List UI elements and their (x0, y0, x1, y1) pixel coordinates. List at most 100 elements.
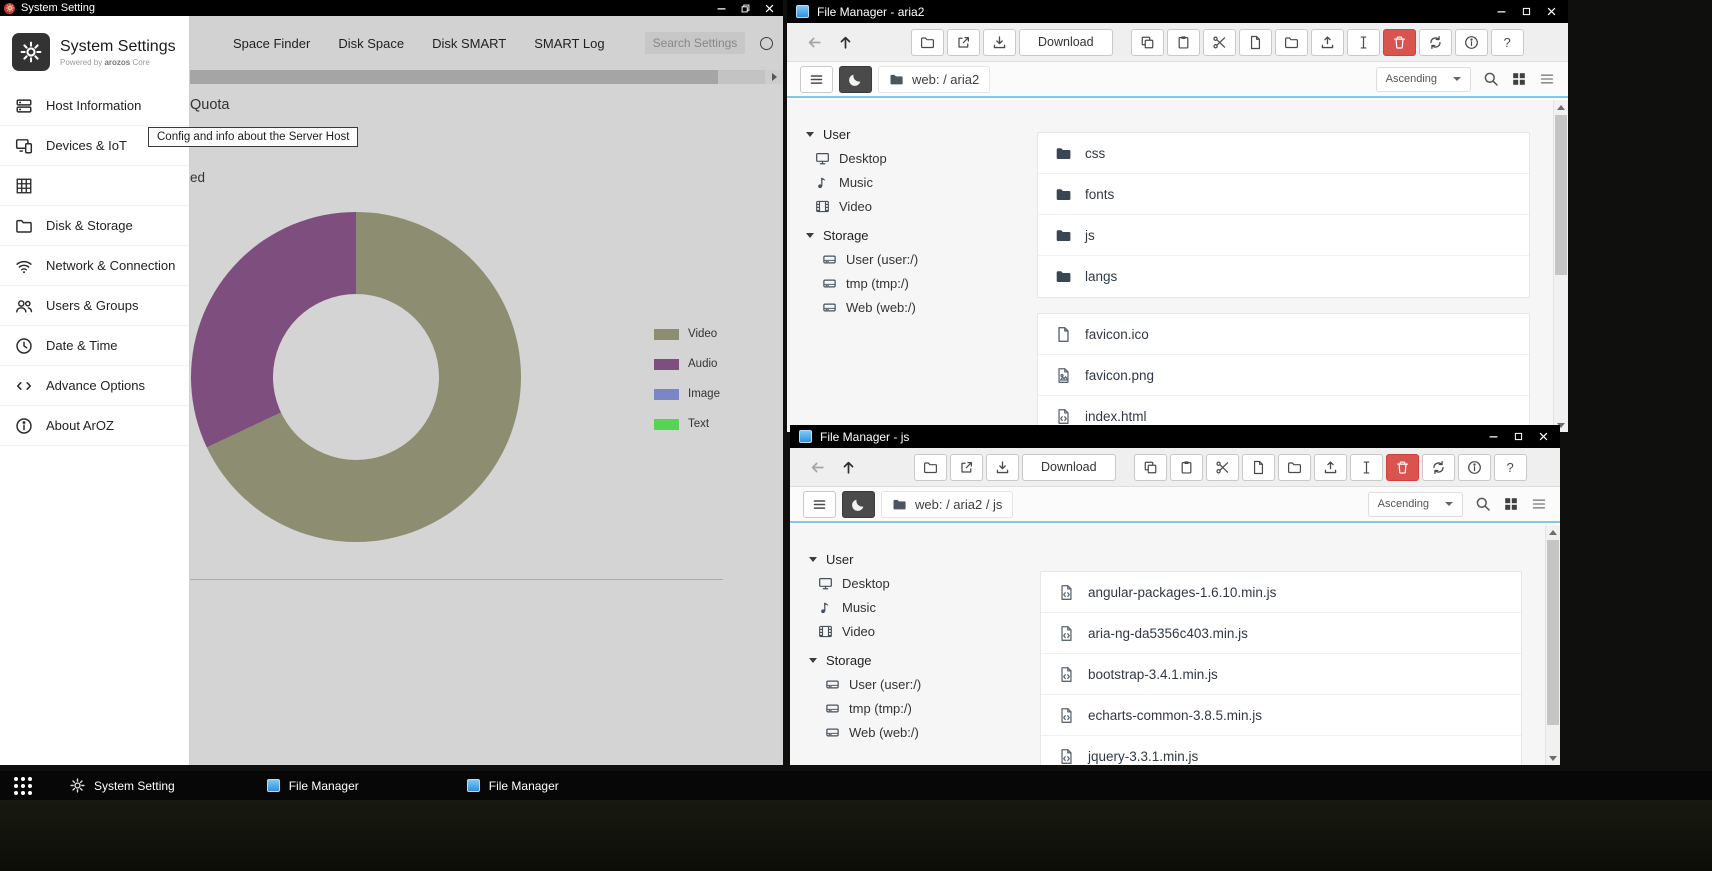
file-manager-titlebar[interactable]: File Manager - aria2 (787, 0, 1568, 23)
open-external-button[interactable] (947, 29, 980, 56)
tree-item-user-drive[interactable]: User (user:/) (806, 247, 1015, 271)
menu-button[interactable] (803, 491, 836, 518)
tab-space-finder[interactable]: Space Finder (233, 36, 310, 51)
maximize-button[interactable] (1514, 0, 1539, 23)
search-button[interactable] (1475, 496, 1491, 512)
restore-button[interactable] (733, 0, 757, 16)
taskbar-item-file-manager-1[interactable]: File Manager (263, 771, 363, 800)
tree-section-storage[interactable]: Storage (806, 223, 1015, 247)
scrollbar-thumb[interactable] (1547, 540, 1559, 725)
download-icon-button[interactable] (986, 454, 1019, 481)
sort-order-dropdown[interactable]: Ascending (1376, 67, 1471, 92)
close-button[interactable] (757, 0, 781, 16)
scroll-down-button[interactable] (1546, 751, 1560, 765)
file-row-angular[interactable]: angular-packages-1.6.10.min.js (1041, 572, 1521, 613)
tree-section-user[interactable]: User (809, 547, 1018, 571)
taskbar-item-system-setting[interactable]: System Setting (66, 771, 179, 800)
file-row-echarts[interactable]: echarts-common-3.8.5.min.js (1041, 695, 1521, 736)
file-row-aria-ng[interactable]: aria-ng-da5356c403.min.js (1041, 613, 1521, 654)
download-button[interactable]: Download (1022, 454, 1116, 481)
file-row-bootstrap[interactable]: bootstrap-3.4.1.min.js (1041, 654, 1521, 695)
cut-button[interactable] (1203, 29, 1236, 56)
sidebar-item-module-management[interactable] (0, 166, 189, 206)
file-row-favicon-ico[interactable]: favicon.ico (1038, 314, 1529, 355)
open-folder-button[interactable] (914, 454, 947, 481)
up-button[interactable] (834, 453, 862, 481)
upload-button[interactable] (1311, 29, 1344, 56)
sort-order-dropdown[interactable]: Ascending (1368, 492, 1463, 517)
minimize-button[interactable] (1489, 0, 1514, 23)
tree-item-tmp-drive[interactable]: tmp (tmp:/) (809, 696, 1018, 720)
upload-button[interactable] (1314, 454, 1347, 481)
folder-row-langs[interactable]: langs (1038, 256, 1529, 297)
file-manager-titlebar[interactable]: File Manager - js (790, 425, 1560, 448)
new-folder-button[interactable] (1278, 454, 1311, 481)
new-folder-button[interactable] (1275, 29, 1308, 56)
app-launcher-button[interactable] (8, 771, 38, 800)
file-row-jquery[interactable]: jquery-3.3.1.min.js (1041, 736, 1521, 765)
search-button[interactable] (1483, 71, 1499, 87)
sidebar-item-users-groups[interactable]: Users & Groups (0, 286, 189, 326)
list-view-button[interactable] (1531, 496, 1547, 512)
folder-row-css[interactable]: css (1038, 133, 1529, 174)
vertical-scrollbar[interactable] (1553, 100, 1568, 432)
maximize-button[interactable] (1506, 425, 1531, 448)
scroll-up-button[interactable] (1554, 100, 1568, 114)
download-button[interactable]: Download (1019, 29, 1113, 56)
delete-button[interactable] (1383, 29, 1416, 56)
open-external-button[interactable] (950, 454, 983, 481)
tree-item-music[interactable]: Music (809, 595, 1018, 619)
menu-button[interactable] (800, 66, 833, 93)
taskbar-item-file-manager-2[interactable]: File Manager (463, 771, 563, 800)
file-row-favicon-png[interactable]: favicon.png (1038, 355, 1529, 396)
vertical-scrollbar[interactable] (1545, 525, 1560, 765)
up-button[interactable] (831, 28, 859, 56)
folder-row-js[interactable]: js (1038, 215, 1529, 256)
open-folder-button[interactable] (911, 29, 944, 56)
tree-item-desktop[interactable]: Desktop (806, 146, 1015, 170)
scroll-up-button[interactable] (1546, 525, 1560, 539)
copy-button[interactable] (1131, 29, 1164, 56)
dark-mode-toggle[interactable] (842, 491, 875, 518)
rename-button[interactable] (1350, 454, 1383, 481)
refresh-button[interactable] (1419, 29, 1452, 56)
sidebar-item-date-time[interactable]: Date & Time (0, 326, 189, 366)
help-button[interactable]: ? (1491, 29, 1524, 56)
new-file-button[interactable] (1242, 454, 1275, 481)
rename-button[interactable] (1347, 29, 1380, 56)
scrollbar-right-arrow[interactable] (765, 70, 783, 84)
tab-smart-log[interactable]: SMART Log (534, 36, 604, 51)
sidebar-item-host-information[interactable]: Host Information (0, 86, 189, 126)
tab-disk-space[interactable]: Disk Space (338, 36, 404, 51)
tree-item-desktop[interactable]: Desktop (809, 571, 1018, 595)
minimize-button[interactable] (1481, 425, 1506, 448)
tree-item-music[interactable]: Music (806, 170, 1015, 194)
refresh-button[interactable] (1422, 454, 1455, 481)
tree-item-video[interactable]: Video (806, 194, 1015, 218)
sidebar-item-disk-storage[interactable]: Disk & Storage (0, 206, 189, 246)
tree-item-web-drive[interactable]: Web (web:/) (809, 720, 1018, 744)
back-button[interactable] (800, 28, 828, 56)
settings-search-input[interactable] (645, 32, 745, 54)
sidebar-item-about-aroz[interactable]: About ArOZ (0, 406, 189, 446)
download-icon-button[interactable] (983, 29, 1016, 56)
tree-section-user[interactable]: User (806, 122, 1015, 146)
sidebar-item-network-connection[interactable]: Network & Connection (0, 246, 189, 286)
horizontal-scrollbar-thumb[interactable] (190, 70, 718, 84)
scrollbar-thumb[interactable] (1555, 115, 1567, 275)
help-button[interactable]: ? (1494, 454, 1527, 481)
info-button[interactable] (1455, 29, 1488, 56)
delete-button[interactable] (1386, 454, 1419, 481)
list-view-button[interactable] (1539, 71, 1555, 87)
copy-button[interactable] (1134, 454, 1167, 481)
back-button[interactable] (803, 453, 831, 481)
paste-button[interactable] (1167, 29, 1200, 56)
system-settings-titlebar[interactable]: System Setting (0, 0, 783, 16)
paste-button[interactable] (1170, 454, 1203, 481)
grid-view-button[interactable] (1503, 496, 1519, 512)
close-button[interactable] (1539, 0, 1564, 23)
close-button[interactable] (1531, 425, 1556, 448)
breadcrumb[interactable]: web: / aria2 / js (881, 491, 1013, 518)
tree-item-web-drive[interactable]: Web (web:/) (806, 295, 1015, 319)
breadcrumb[interactable]: web: / aria2 (878, 66, 990, 93)
